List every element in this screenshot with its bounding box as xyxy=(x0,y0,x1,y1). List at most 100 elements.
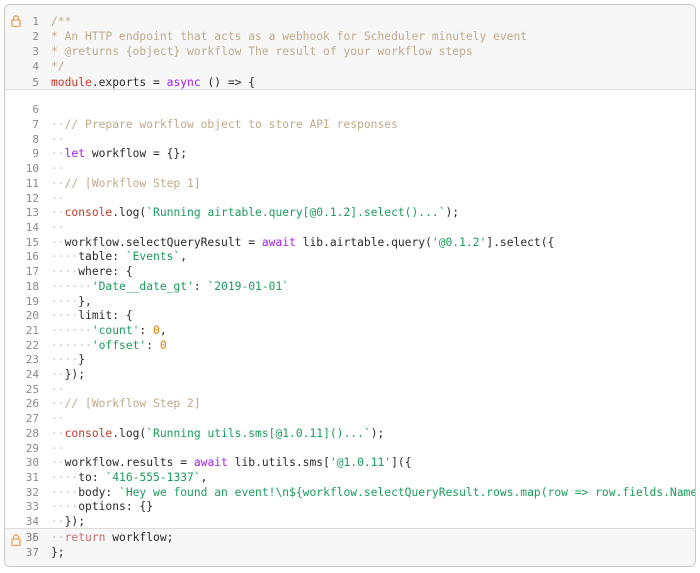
line-number: 26 xyxy=(25,397,39,410)
line-code: ······'count': 0, xyxy=(51,323,167,338)
line-number: 13 xyxy=(25,206,39,219)
token-ws: ···· xyxy=(51,500,79,513)
line-code: ····limit: { xyxy=(51,308,133,323)
token-comment: * @returns {object} workflow The result … xyxy=(51,45,473,58)
code-line[interactable]: 16 ····table: `Events`, xyxy=(5,249,695,264)
line-number: 31 xyxy=(25,471,39,484)
line-number: 29 xyxy=(25,442,39,455)
token-number: 0 xyxy=(159,339,167,352)
code-line[interactable]: 17 ····where: { xyxy=(5,264,695,279)
line-code: }; xyxy=(51,545,65,560)
code-line[interactable]: 21 ······'count': 0, xyxy=(5,323,695,338)
line-number: 25 xyxy=(25,383,39,396)
line-number: 3 xyxy=(32,45,39,58)
code-line[interactable]: 13 ··console.log(`Running airtable.query[… xyxy=(5,205,695,220)
line-number: 15 xyxy=(25,236,39,249)
token-ws: ·· xyxy=(51,427,65,440)
code-line[interactable]: 28 ··console.log(`Running utils.sms[@1.0.… xyxy=(5,426,695,441)
code-line[interactable]: 31 ····to: `416-555-1337`, xyxy=(5,470,695,485)
code-line[interactable]: 23 ····} xyxy=(5,352,695,367)
token-plain: : xyxy=(146,339,160,352)
code-line[interactable]: 20 ····limit: { xyxy=(5,308,695,323)
token-keyword: let xyxy=(64,147,86,160)
code-line[interactable]: 32 ····body: `Hey we found an event!\n${w… xyxy=(5,485,695,500)
code-line[interactable]: 8 ·· xyxy=(5,132,695,147)
code-line[interactable]: 18 ······'Date__date_gt': `2019-01-01` xyxy=(5,279,695,294)
code-line[interactable]: 25 ·· xyxy=(5,382,695,397)
code-line[interactable]: 29 ·· xyxy=(5,441,695,456)
token-comment: */ xyxy=(51,60,65,73)
line-code: ·· xyxy=(51,132,65,147)
code-line[interactable]: 3 * @returns {object} workflow The result… xyxy=(5,44,695,59)
code-line[interactable]: 10 ·· xyxy=(5,161,695,176)
token-keyword: async xyxy=(166,76,201,89)
token-keyword: await xyxy=(193,456,228,469)
token-string: `Events` xyxy=(125,250,181,263)
code-line[interactable]: 15 ··workflow.selectQueryResult = await l… xyxy=(5,235,695,250)
token-ws: ·· xyxy=(51,206,65,219)
token-ws: ·· xyxy=(51,133,65,146)
token-plain: options: {} xyxy=(78,500,154,513)
token-plain: workflow; xyxy=(105,531,174,544)
code-line[interactable]: 34 ··}); xyxy=(5,514,695,529)
code-line[interactable]: 9 ··let workflow = {}; xyxy=(5,146,695,161)
token-plain: body: xyxy=(78,486,120,499)
code-line[interactable]: 27 ·· xyxy=(5,411,695,426)
code-line[interactable]: 6 xyxy=(5,102,695,117)
token-plain: , xyxy=(200,471,208,484)
token-plain: : xyxy=(139,324,154,337)
code-line[interactable]: 30 ··workflow.results = await lib.utils.s… xyxy=(5,455,695,470)
line-code: ····body: `Hey we found an event!\n${wor… xyxy=(51,485,695,500)
line-code: ·· xyxy=(51,220,65,235)
token-comment: // [Workflow Step 2] xyxy=(64,397,201,410)
token-return: return xyxy=(64,531,106,544)
line-number: 28 xyxy=(25,427,39,440)
line-number: 8 xyxy=(32,133,39,146)
code-line[interactable]: 22 ······'offset': 0 xyxy=(5,338,695,353)
token-plain: }); xyxy=(64,368,86,381)
line-number: 17 xyxy=(25,265,39,278)
code-line[interactable]: 26 ··// [Workflow Step 2] xyxy=(5,396,695,411)
token-ws: ·· xyxy=(51,383,65,396)
code-line[interactable]: 33 ····options: {} xyxy=(5,499,695,514)
code-line[interactable]: 11 ··// [Workflow Step 1] xyxy=(5,176,695,191)
token-plain: () => { xyxy=(200,76,256,89)
token-ws: ·· xyxy=(51,236,65,249)
token-plain: lib.utils.sms[ xyxy=(227,456,330,469)
line-number: 4 xyxy=(32,60,39,73)
line-code: ····to: `416-555-1337`, xyxy=(51,470,207,485)
line-number: 9 xyxy=(32,147,39,160)
token-ws: ·· xyxy=(51,412,65,425)
code-line[interactable]: 14 ·· xyxy=(5,220,695,235)
line-number: 20 xyxy=(25,309,39,322)
token-ws: ···· xyxy=(51,353,79,366)
line-number: 33 xyxy=(25,500,39,513)
code-line[interactable]: 5 module.exports = async () => { xyxy=(5,75,695,90)
line-number: 18 xyxy=(25,280,39,293)
line-number: 23 xyxy=(25,353,39,366)
line-code: ······'Date__date_gt': `2019-01-01` xyxy=(51,279,289,294)
token-string: '@1.0.11' xyxy=(329,456,392,469)
code-line[interactable]: 24 ··}); xyxy=(5,367,695,382)
code-line[interactable]: 1 /** xyxy=(5,14,695,29)
code-line[interactable]: 12 ·· xyxy=(5,191,695,206)
line-number: 11 xyxy=(25,177,39,190)
code-line[interactable]: 4 */ xyxy=(5,59,695,74)
code-line[interactable]: 2 * An HTTP endpoint that acts as a webho… xyxy=(5,29,695,44)
line-code: ··console.log(`Running utils.sms[@1.0.11… xyxy=(51,426,384,441)
token-ws: ·· xyxy=(51,162,65,175)
code-line[interactable]: 37}; xyxy=(5,545,695,560)
line-code: ··return workflow; xyxy=(51,530,173,545)
code-line[interactable]: 36 ··return workflow; xyxy=(5,530,695,545)
line-code: ··// [Workflow Step 1] xyxy=(51,176,201,191)
code-line[interactable]: 19 ····}, xyxy=(5,294,695,309)
token-plain: }, xyxy=(78,295,92,308)
code-line[interactable]: 7 ··// Prepare workflow object to store A… xyxy=(5,117,695,132)
token-plain: .exports = xyxy=(91,76,167,89)
code-editor[interactable]: 1 /** 2 * An HTTP endpoint that acts as a w… xyxy=(4,4,696,567)
token-ws: ·· xyxy=(51,442,65,455)
token-string: 'count' xyxy=(91,324,140,337)
line-code: ·· xyxy=(51,161,65,176)
token-func: console xyxy=(64,206,113,219)
line-code: * @returns {object} workflow The result … xyxy=(51,44,473,59)
